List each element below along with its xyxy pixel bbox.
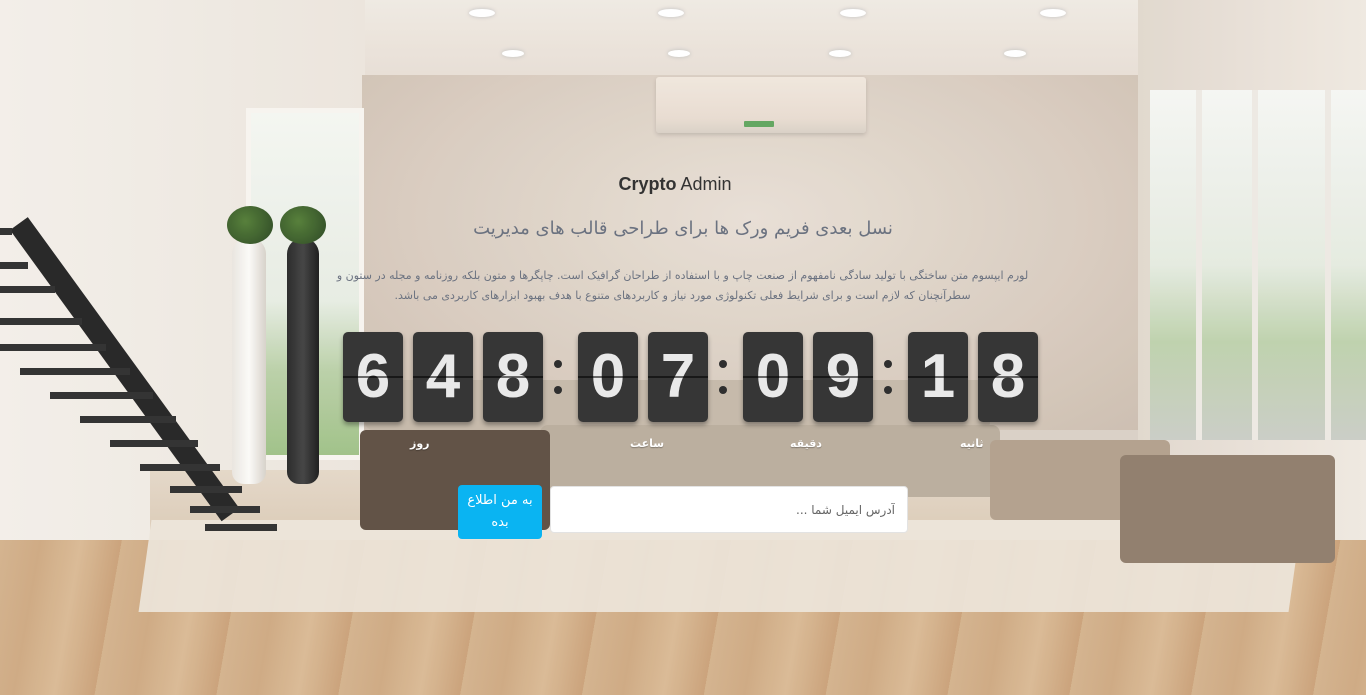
hours-digit: 0 — [578, 332, 638, 422]
time-separator — [878, 332, 898, 422]
page-subtitle: نسل بعدی فریم ورک ها برای طراحی قالب های… — [473, 218, 893, 239]
seconds-label: ثانیه — [960, 437, 984, 450]
page-description: لورم ایپسوم متن ساختگی با تولید سادگی نا… — [336, 269, 1029, 302]
days-label: روز — [410, 437, 430, 450]
hours-label: ساعت — [630, 437, 665, 450]
brand-logo: Crypto Admin — [0, 174, 1350, 195]
days-digit: 4 — [413, 332, 473, 422]
email-field[interactable] — [550, 486, 908, 533]
days-digit: 8 — [483, 332, 543, 422]
hours-digit: 7 — [648, 332, 708, 422]
seconds-digit: 8 — [978, 332, 1038, 422]
coming-soon-content: Crypto Admin نسل بعدی فریم ورک ها برای ط… — [0, 0, 1366, 695]
countdown-timer: 6 4 8 0 7 0 9 1 8 — [343, 332, 1048, 422]
time-separator — [713, 332, 733, 422]
seconds-digit: 1 — [908, 332, 968, 422]
minutes-digit: 0 — [743, 332, 803, 422]
minutes-label: دقیقه — [790, 437, 822, 450]
minutes-digit: 9 — [813, 332, 873, 422]
brand-name-light: Admin — [676, 174, 732, 194]
notify-me-button[interactable]: به من اطلاع بده — [458, 485, 542, 539]
time-separator — [548, 332, 568, 422]
days-digit: 6 — [343, 332, 403, 422]
brand-name-bold: Crypto — [618, 174, 677, 194]
